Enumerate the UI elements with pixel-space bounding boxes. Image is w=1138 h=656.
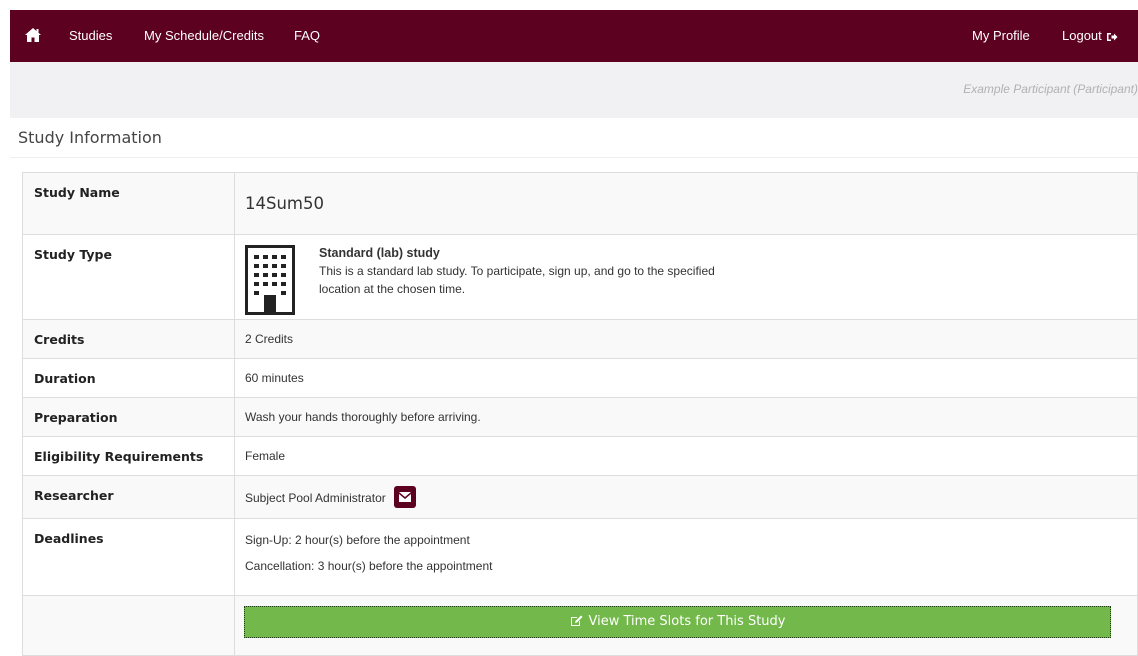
credits-label: Credits [22,319,235,359]
page-title: Study Information [18,128,162,147]
view-time-slots-button[interactable]: View Time Slots for This Study [244,606,1111,638]
cancellation-deadline: Cancellation: 3 hour(s) before the appoi… [245,559,493,573]
researcher-value: Subject Pool Administrator [245,491,386,506]
study-name-label: Study Name [22,172,235,235]
row-credits: Credits 2 Credits [22,319,1138,359]
home-icon[interactable] [24,26,42,44]
nav-studies-link[interactable]: Studies [69,10,112,62]
row-eligibility: Eligibility Requirements Female [22,436,1138,476]
eligibility-label: Eligibility Requirements [22,436,235,476]
row-duration: Duration 60 minutes [22,358,1138,398]
edit-icon [570,615,582,626]
envelope-icon [398,492,411,502]
study-type-title: Standard (lab) study [319,246,440,260]
top-navbar: Studies My Schedule/Credits FAQ My Profi… [10,10,1138,62]
deadlines-label: Deadlines [22,518,235,596]
user-info-bar: Example Participant (Participant) [10,62,1138,118]
preparation-label: Preparation [22,397,235,437]
row-study-type: Study Type Standard (lab) study This is … [22,234,1138,320]
researcher-label: Researcher [22,475,235,519]
duration-value: 60 minutes [234,358,1138,398]
logout-label: Logout [1062,28,1102,43]
email-researcher-button[interactable] [393,486,416,508]
signup-deadline: Sign-Up: 2 hour(s) before the appointmen… [245,533,470,547]
current-user-label: Example Participant (Participant) [963,82,1138,96]
row-deadlines: Deadlines Sign-Up: 2 hour(s) before the … [22,518,1138,596]
nav-logout-link[interactable]: Logout [1062,10,1118,62]
row-preparation: Preparation Wash your hands thoroughly b… [22,397,1138,437]
row-researcher: Researcher Subject Pool Administrator [22,475,1138,519]
study-type-label: Study Type [22,234,235,320]
preparation-value: Wash your hands thoroughly before arrivi… [234,397,1138,437]
view-time-slots-label: View Time Slots for This Study [588,614,786,629]
study-type-content: Standard (lab) study This is a standard … [245,245,1127,319]
study-type-description: This is a standard lab study. To partici… [319,264,715,296]
eligibility-value: Female [234,436,1138,476]
duration-label: Duration [22,358,235,398]
nav-faq-link[interactable]: FAQ [294,10,320,62]
study-info-table: Study Name 14Sum50 Study Type Standard (… [22,172,1138,656]
heading-divider [10,157,1138,158]
building-icon [245,245,295,315]
nav-schedule-credits-link[interactable]: My Schedule/Credits [144,10,264,62]
row-study-name: Study Name 14Sum50 [22,172,1138,235]
nav-my-profile-link[interactable]: My Profile [972,10,1030,62]
credits-value: 2 Credits [234,319,1138,359]
sign-out-icon [1106,32,1118,41]
study-name-value: 14Sum50 [245,194,324,213]
